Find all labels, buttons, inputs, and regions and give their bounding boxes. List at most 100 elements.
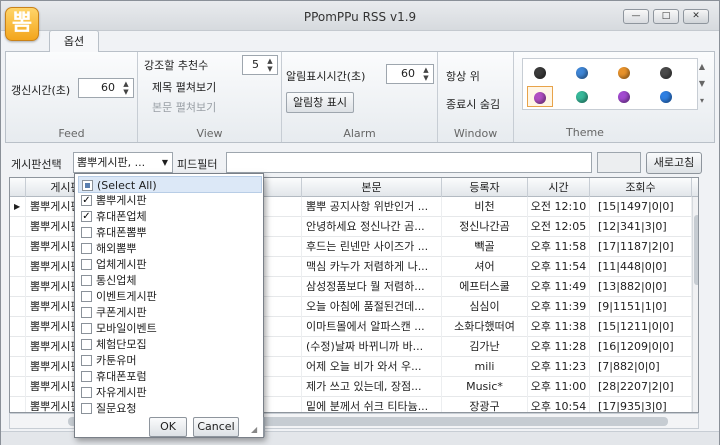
dropdown-item[interactable]: 휴대폰뽐뿌 bbox=[78, 224, 262, 241]
dropdown-item[interactable]: 모바일이벤트 bbox=[78, 320, 262, 337]
dropdown-item[interactable]: 휴대폰포럼 bbox=[78, 368, 262, 385]
row-indicator bbox=[10, 257, 26, 277]
checkbox-icon[interactable] bbox=[81, 403, 92, 414]
checkbox-icon[interactable] bbox=[81, 355, 92, 366]
column-header-body[interactable]: 본문 bbox=[302, 178, 442, 197]
theme-swatch-2[interactable] bbox=[569, 62, 595, 83]
window-title: PPomPPu RSS v1.9 bbox=[303, 10, 417, 24]
dropdown-item[interactable]: 쿠폰게시판 bbox=[78, 304, 262, 321]
hide-on-close-option[interactable]: 종료시 숨김 bbox=[446, 96, 500, 112]
filter-extra-field[interactable] bbox=[597, 152, 641, 173]
dropdown-item-label: 체험단모집 bbox=[96, 338, 147, 351]
dropdown-item[interactable]: 해외뽐뿌 bbox=[78, 240, 262, 257]
dropdown-item[interactable]: (Select All) bbox=[78, 176, 262, 193]
table-cell: 오후 11:49 bbox=[528, 277, 590, 297]
theme-group-label: Theme bbox=[566, 126, 604, 139]
table-cell: [15|1497|0|0] bbox=[590, 197, 692, 217]
row-indicator bbox=[10, 297, 26, 317]
maximize-button[interactable]: □ bbox=[653, 9, 679, 24]
checkbox-icon[interactable] bbox=[81, 291, 92, 302]
spinner-arrows-icon[interactable]: ▲ ▼ bbox=[264, 57, 276, 73]
highlight-recommend-spinner[interactable]: 5 ▲ ▼ bbox=[242, 55, 278, 75]
refresh-button[interactable]: 새로고침 bbox=[646, 152, 702, 174]
table-cell: 에프터스쿨 bbox=[442, 277, 528, 297]
theme-swatch-3[interactable] bbox=[611, 62, 637, 83]
dropdown-item[interactable]: 이벤트게시판 bbox=[78, 288, 262, 305]
table-cell: 오후 11:39 bbox=[528, 297, 590, 317]
board-select-dropdown: (Select All) ✓ 뽐뿌게시판 ✓ 휴대폰업체 휴대폰뽐뿌 해외뽐뿌업체게시판통신… bbox=[74, 173, 265, 438]
table-cell: 셔어 bbox=[442, 257, 528, 277]
dropdown-item-label: 해외뽐뿌 bbox=[96, 242, 137, 255]
table-cell: 오전 12:05 bbox=[528, 217, 590, 237]
view-group-label: View bbox=[196, 127, 223, 140]
checkbox-icon[interactable] bbox=[82, 180, 93, 191]
table-cell: 장광구 bbox=[442, 397, 528, 412]
board-select-combo[interactable]: 뽐뿌게시판, ... ▼ bbox=[73, 152, 173, 173]
theme-swatch-4[interactable] bbox=[653, 62, 679, 83]
theme-orb-icon bbox=[534, 92, 546, 104]
table-cell: 김가난 bbox=[442, 337, 528, 357]
dropdown-item[interactable]: ✓ 휴대폰업체 bbox=[78, 208, 262, 225]
theme-swatch-8[interactable] bbox=[653, 86, 679, 107]
dropdown-item[interactable]: 질문요청 bbox=[78, 400, 262, 417]
row-indicator bbox=[10, 377, 26, 397]
dropdown-item[interactable]: 자유게시판 bbox=[78, 384, 262, 401]
spinner-arrows-icon[interactable]: ▲ ▼ bbox=[120, 80, 132, 96]
checkbox-icon[interactable] bbox=[81, 323, 92, 334]
dropdown-item-label: (Select All) bbox=[97, 179, 157, 192]
dropdown-item-label: 질문요청 bbox=[96, 402, 137, 415]
scroll-thumb[interactable] bbox=[694, 215, 698, 285]
always-on-top-option[interactable]: 항상 위 bbox=[446, 68, 480, 84]
theme-swatch-7[interactable] bbox=[611, 86, 637, 107]
column-header-author[interactable]: 등록자 bbox=[442, 178, 528, 197]
ok-button[interactable]: OK bbox=[149, 417, 187, 437]
theme-swatch-6[interactable] bbox=[569, 86, 595, 107]
theme-scroll[interactable]: ▲ ▼ ▾ bbox=[696, 58, 708, 110]
close-button[interactable]: ✕ bbox=[683, 9, 709, 24]
theme-swatch-1[interactable] bbox=[527, 62, 553, 83]
cancel-button[interactable]: Cancel bbox=[193, 417, 239, 437]
checkbox-icon[interactable] bbox=[81, 371, 92, 382]
table-cell: 삼성정품보다 뭘 저렴하... bbox=[302, 277, 442, 297]
column-header-views[interactable]: 조회수 bbox=[590, 178, 692, 197]
spinner-arrows-icon[interactable]: ▲ ▼ bbox=[420, 66, 432, 82]
dropdown-item[interactable]: ✓ 뽐뿌게시판 bbox=[78, 192, 262, 209]
alarm-duration-spinner[interactable]: 60 ▲ ▼ bbox=[386, 64, 434, 84]
dropdown-item-label: 업체게시판 bbox=[96, 258, 147, 271]
checkbox-icon[interactable] bbox=[81, 259, 92, 270]
table-cell: 맥심 카누가 저렴하게 나... bbox=[302, 257, 442, 277]
chevron-down-icon[interactable]: ▼ bbox=[158, 153, 172, 172]
table-cell: 밑에 분께서 쉬크 티타늄... bbox=[302, 397, 442, 412]
theme-orb-icon bbox=[576, 91, 588, 103]
checkbox-icon[interactable]: ✓ bbox=[81, 211, 92, 222]
row-indicator bbox=[10, 357, 26, 377]
feed-filter-input[interactable] bbox=[226, 152, 592, 173]
checkbox-icon[interactable] bbox=[81, 387, 92, 398]
tab-options[interactable]: 옵션 bbox=[49, 30, 99, 52]
table-cell: [28|2207|2|0] bbox=[590, 377, 692, 397]
checkbox-icon[interactable]: ✓ bbox=[81, 195, 92, 206]
dropdown-item[interactable]: 업체게시판 bbox=[78, 256, 262, 273]
title-expand-option[interactable]: 제목 펼쳐보기 bbox=[152, 79, 216, 95]
refresh-interval-spinner[interactable]: 60 ▲ ▼ bbox=[78, 78, 134, 98]
dropdown-item-label: 통신업체 bbox=[96, 274, 137, 287]
column-header-time[interactable]: 시간 bbox=[528, 178, 590, 197]
checkbox-icon[interactable] bbox=[81, 275, 92, 286]
vertical-scrollbar[interactable] bbox=[692, 197, 698, 412]
checkbox-icon[interactable] bbox=[81, 227, 92, 238]
dropdown-item[interactable]: 체험단모집 bbox=[78, 336, 262, 353]
table-cell: 안녕하세요 정신나간 곰... bbox=[302, 217, 442, 237]
table-cell: 오후 11:00 bbox=[528, 377, 590, 397]
minimize-button[interactable]: — bbox=[623, 9, 649, 24]
dropdown-item[interactable]: 통신업체 bbox=[78, 272, 262, 289]
checkbox-icon[interactable] bbox=[81, 243, 92, 254]
checkbox-icon[interactable] bbox=[81, 339, 92, 350]
body-expand-option[interactable]: 본문 펼쳐보기 bbox=[152, 99, 216, 115]
checkbox-icon[interactable] bbox=[81, 307, 92, 318]
resize-grip-icon[interactable]: ◢ bbox=[251, 425, 261, 435]
app-logo-icon[interactable]: 뽐 bbox=[5, 7, 39, 41]
dropdown-item[interactable]: 카툰유머 bbox=[78, 352, 262, 369]
dropdown-item-label: 이벤트게시판 bbox=[96, 290, 157, 303]
show-alarm-button[interactable]: 알림창 표시 bbox=[286, 92, 354, 113]
theme-swatch-5[interactable] bbox=[527, 86, 553, 107]
